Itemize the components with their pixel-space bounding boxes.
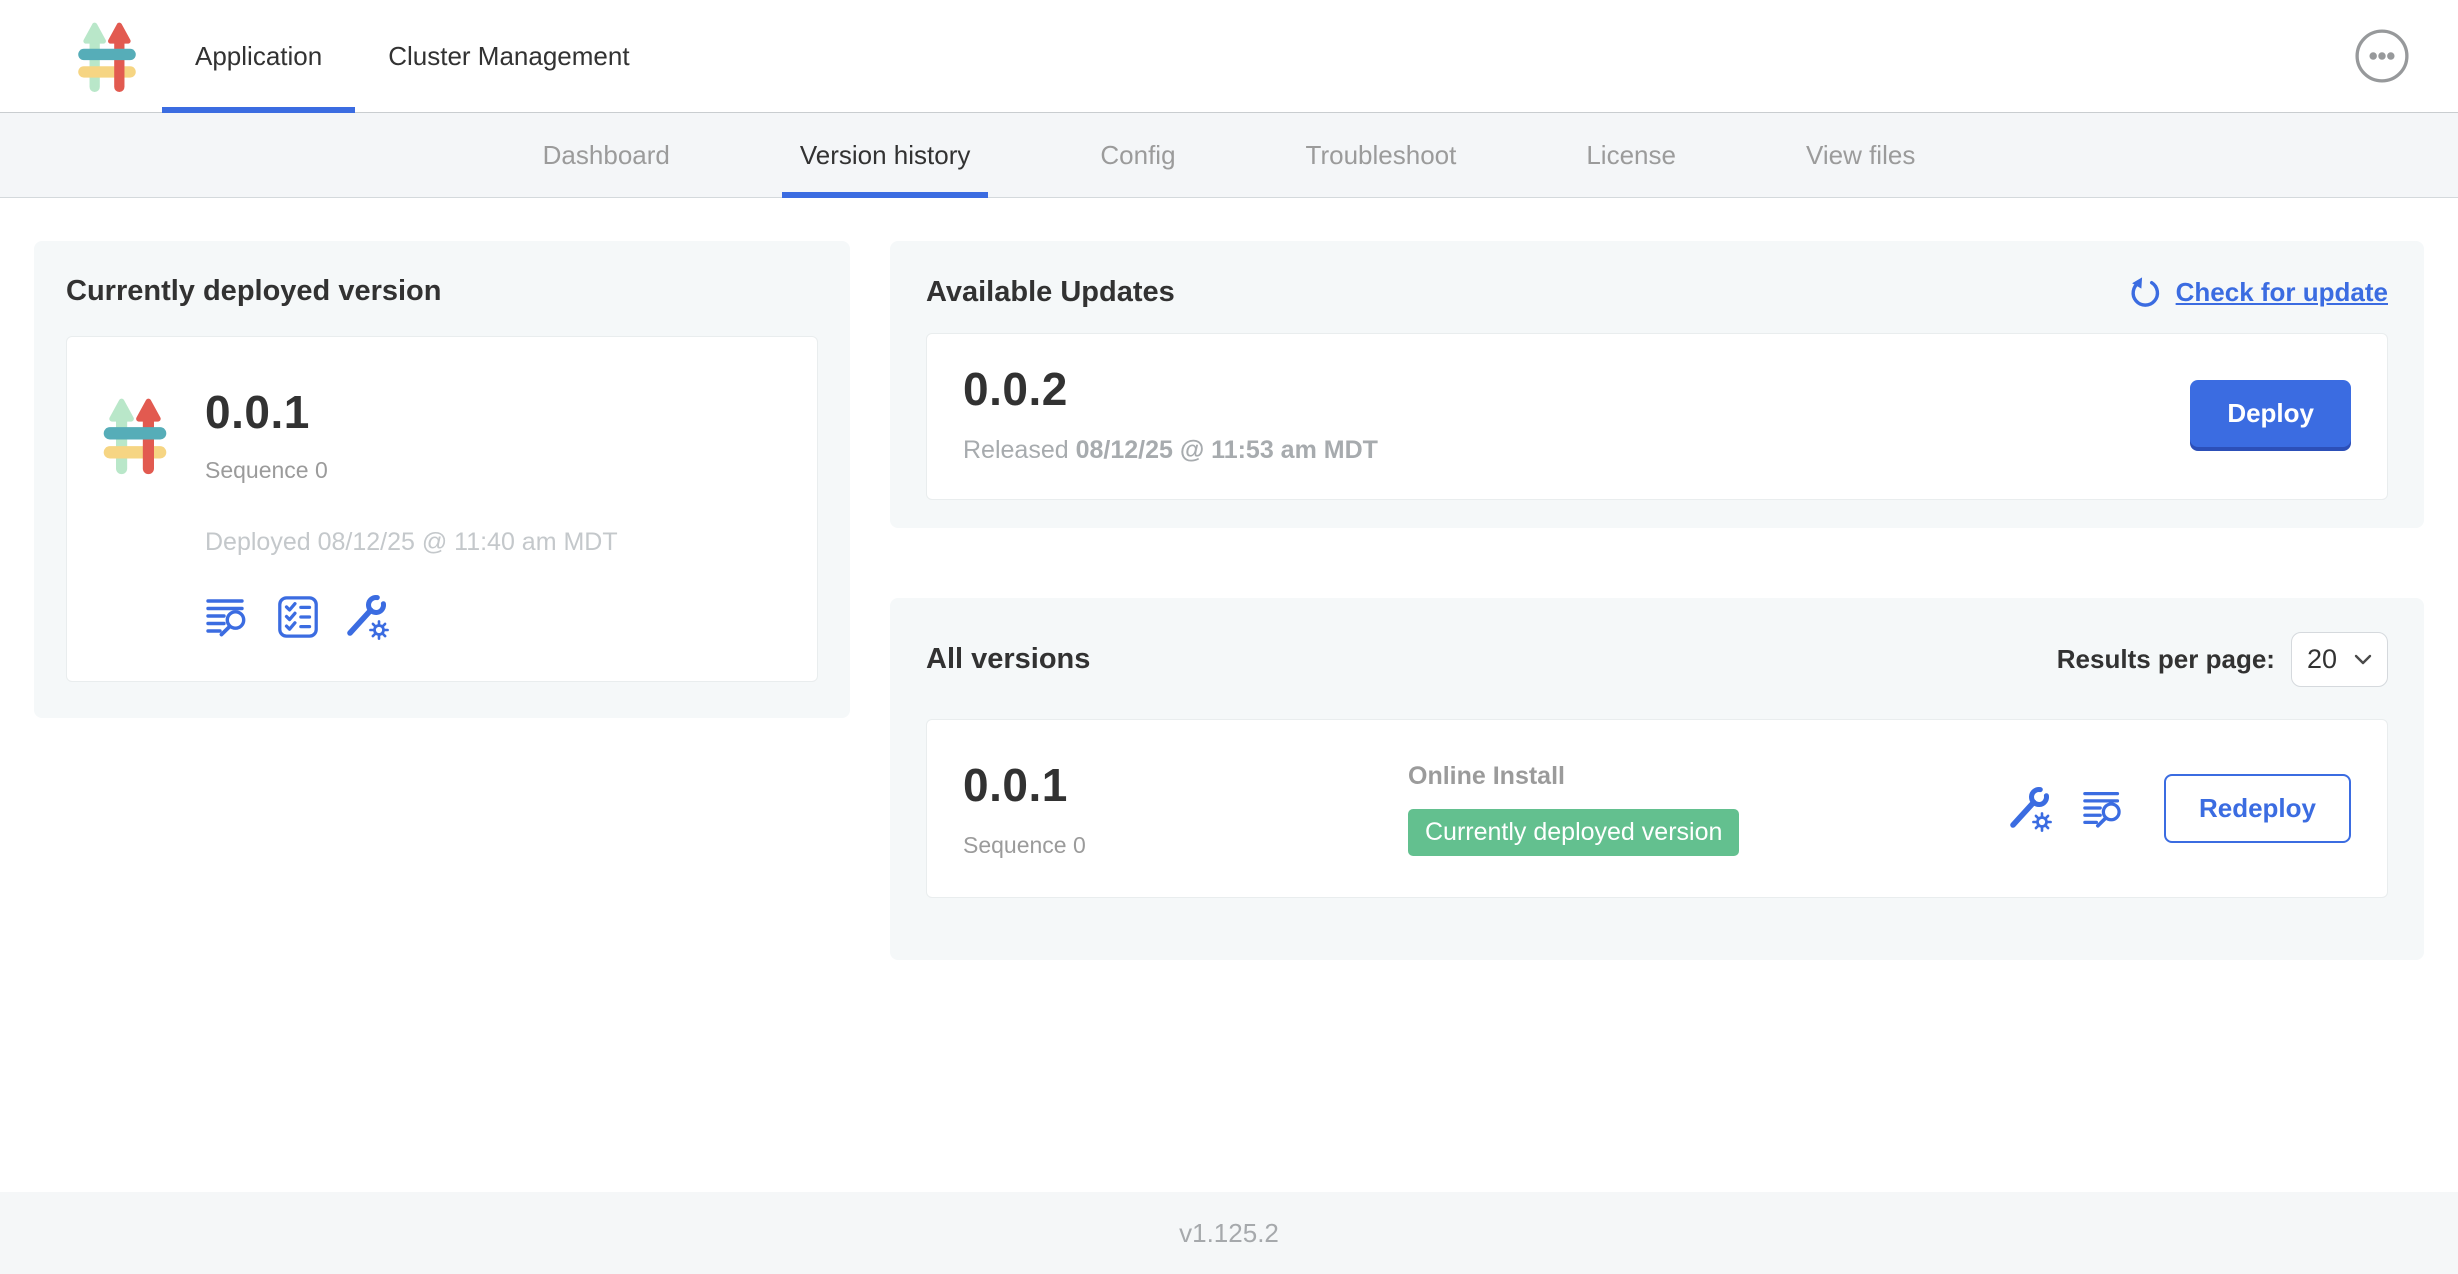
available-updates-title: Available Updates: [926, 276, 1175, 309]
chevron-down-icon: [2354, 654, 2372, 665]
all-versions-panel: All versions Results per page: 20 0.0.1 …: [890, 598, 2424, 960]
preflight-checks-icon[interactable]: [275, 594, 321, 640]
tab-view-files-label: View files: [1806, 140, 1915, 171]
tab-view-files[interactable]: View files: [1788, 113, 1933, 197]
check-for-update-link[interactable]: Check for update: [2128, 275, 2388, 309]
update-released-timestamp: Released 08/12/25 @ 11:53 am MDT: [963, 436, 1378, 465]
results-per-page-label: Results per page:: [2057, 644, 2275, 675]
tab-dashboard-label: Dashboard: [543, 140, 670, 171]
top-nav: Application Cluster Management: [162, 0, 663, 112]
row-version-sequence: Sequence 0: [963, 832, 1408, 859]
view-logs-icon[interactable]: [205, 593, 253, 641]
deploy-button[interactable]: Deploy: [2190, 380, 2351, 447]
ellipsis-icon: [2354, 28, 2410, 84]
released-value: 08/12/25 @ 11:53 am MDT: [1076, 436, 1378, 464]
edit-config-icon[interactable]: [2006, 785, 2054, 833]
all-versions-title: All versions: [926, 643, 1090, 676]
tab-config[interactable]: Config: [1082, 113, 1193, 197]
app-subnav: Dashboard Version history Config Trouble…: [0, 113, 2458, 198]
tab-license[interactable]: License: [1568, 113, 1694, 197]
row-version-info: 0.0.1 Sequence 0: [963, 758, 1408, 859]
version-history-page: Currently deployed version 0.0.1 Sequenc…: [0, 198, 2458, 1192]
row-install-info: Online Install Currently deployed versio…: [1408, 762, 2006, 856]
all-versions-header: All versions Results per page: 20: [926, 632, 2388, 687]
tab-license-label: License: [1586, 140, 1676, 171]
view-logs-icon[interactable]: [2082, 786, 2128, 832]
tab-version-history-label: Version history: [800, 140, 971, 171]
results-per-page: Results per page: 20: [2057, 632, 2388, 687]
console-version: v1.125.2: [1179, 1218, 1279, 1249]
tab-dashboard[interactable]: Dashboard: [525, 113, 688, 197]
refresh-icon: [2128, 275, 2162, 309]
row-version-number: 0.0.1: [963, 758, 1408, 812]
app-logo-icon: [72, 19, 142, 93]
active-subtab-underline: [782, 192, 989, 198]
tab-application-label: Application: [195, 41, 322, 72]
install-type-label: Online Install: [1408, 762, 2006, 791]
results-per-page-value: 20: [2307, 644, 2337, 675]
tab-cluster-management[interactable]: Cluster Management: [355, 0, 662, 112]
edit-config-icon[interactable]: [343, 593, 391, 641]
results-per-page-select[interactable]: 20: [2291, 632, 2388, 687]
currently-deployed-panel: Currently deployed version 0.0.1 Sequenc…: [34, 241, 850, 718]
row-actions: Redeploy: [2006, 774, 2351, 843]
update-version-number: 0.0.2: [963, 362, 1378, 416]
app-footer: v1.125.2: [0, 1192, 2458, 1274]
currently-deployed-card: 0.0.1 Sequence 0 Deployed 08/12/25 @ 11:…: [66, 336, 818, 682]
right-column: Available Updates Check for update 0.0.2…: [890, 241, 2424, 960]
app-logo-icon: [97, 389, 173, 481]
tab-cluster-management-label: Cluster Management: [388, 41, 629, 72]
tab-troubleshoot[interactable]: Troubleshoot: [1288, 113, 1475, 197]
tab-troubleshoot-label: Troubleshoot: [1306, 140, 1457, 171]
active-tab-underline: [162, 107, 355, 113]
available-update-row: 0.0.2 Released 08/12/25 @ 11:53 am MDT D…: [926, 333, 2388, 500]
available-updates-header: Available Updates Check for update: [926, 275, 2388, 309]
released-label: Released: [963, 436, 1069, 464]
redeploy-button[interactable]: Redeploy: [2164, 774, 2351, 843]
current-version-info: 0.0.1 Sequence 0 Deployed 08/12/25 @ 11:…: [205, 371, 618, 641]
tab-config-label: Config: [1100, 140, 1175, 171]
overflow-menu-button[interactable]: [2354, 28, 2410, 84]
app-header: Application Cluster Management: [0, 0, 2458, 113]
available-updates-panel: Available Updates Check for update 0.0.2…: [890, 241, 2424, 528]
tab-application[interactable]: Application: [162, 0, 355, 112]
update-version-info: 0.0.2 Released 08/12/25 @ 11:53 am MDT: [963, 362, 1378, 465]
current-version-number: 0.0.1: [205, 385, 618, 439]
currently-deployed-title: Currently deployed version: [66, 275, 818, 308]
version-row: 0.0.1 Sequence 0 Online Install Currentl…: [926, 719, 2388, 898]
current-version-deployed-timestamp: Deployed 08/12/25 @ 11:40 am MDT: [205, 528, 618, 557]
tab-version-history[interactable]: Version history: [782, 113, 989, 197]
current-version-actions: [205, 593, 618, 641]
check-for-update-label: Check for update: [2176, 277, 2388, 308]
currently-deployed-badge: Currently deployed version: [1408, 809, 1739, 856]
current-version-sequence: Sequence 0: [205, 457, 618, 484]
